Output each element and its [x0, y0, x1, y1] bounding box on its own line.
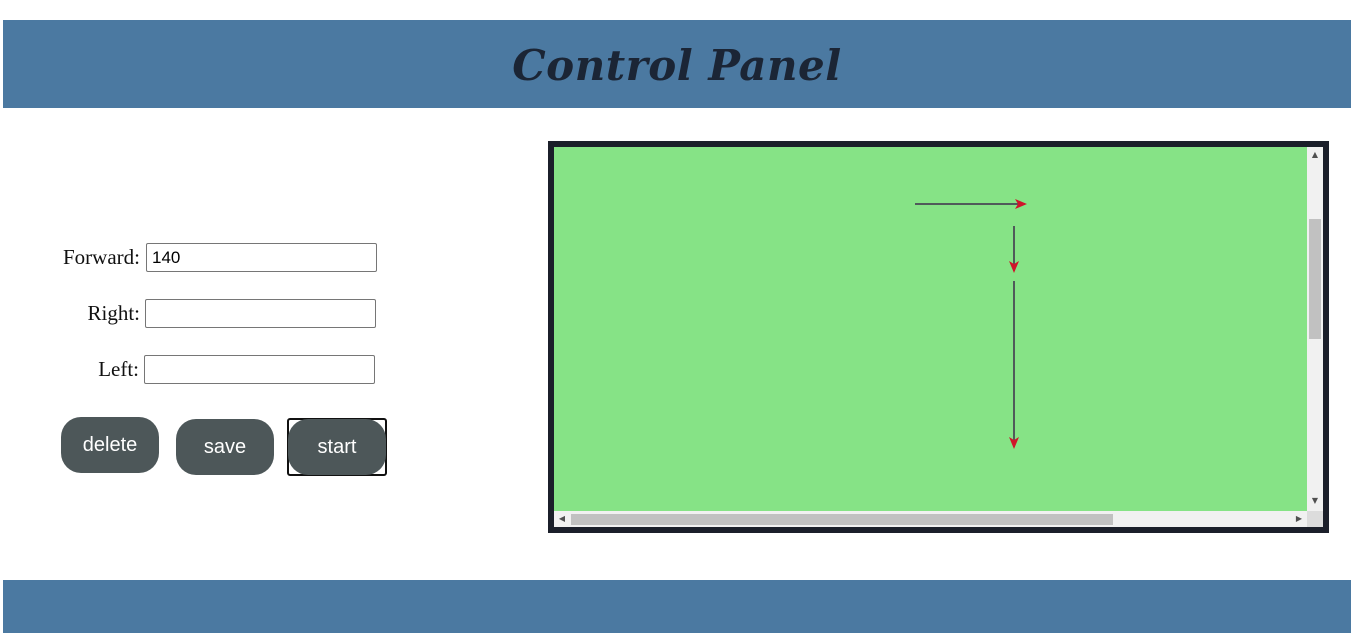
- forward-label: Forward:: [63, 245, 140, 269]
- horizontal-scrollbar-thumb[interactable]: [571, 514, 1113, 525]
- left-input[interactable]: [144, 355, 375, 384]
- horizontal-scrollbar[interactable]: ◀ ▶: [554, 511, 1307, 527]
- triangle-down-icon[interactable]: ▼: [1307, 496, 1323, 506]
- triangle-left-icon[interactable]: ◀: [554, 514, 570, 524]
- forward-input[interactable]: [146, 243, 377, 272]
- triangle-right-icon[interactable]: ▶: [1291, 514, 1307, 524]
- triangle-up-icon[interactable]: ▲: [1307, 150, 1323, 160]
- scrollbar-corner: [1307, 511, 1323, 527]
- page-footer: [3, 580, 1351, 633]
- vertical-scrollbar-thumb[interactable]: [1309, 219, 1321, 339]
- right-input[interactable]: [145, 299, 376, 328]
- page-header: Control Panel: [3, 20, 1351, 108]
- drawing-canvas-frame: ▲ ▼ ◀ ▶: [548, 141, 1329, 533]
- start-button[interactable]: start: [288, 419, 386, 475]
- path-drawing: [915, 199, 1027, 449]
- vertical-scrollbar[interactable]: ▲ ▼: [1307, 147, 1323, 511]
- delete-button[interactable]: delete: [61, 417, 159, 473]
- left-label: Left:: [98, 357, 139, 381]
- drawing-canvas[interactable]: [554, 147, 1307, 511]
- save-button[interactable]: save: [176, 419, 274, 475]
- right-label: Right:: [87, 301, 140, 325]
- page-title: Control Panel: [512, 41, 842, 90]
